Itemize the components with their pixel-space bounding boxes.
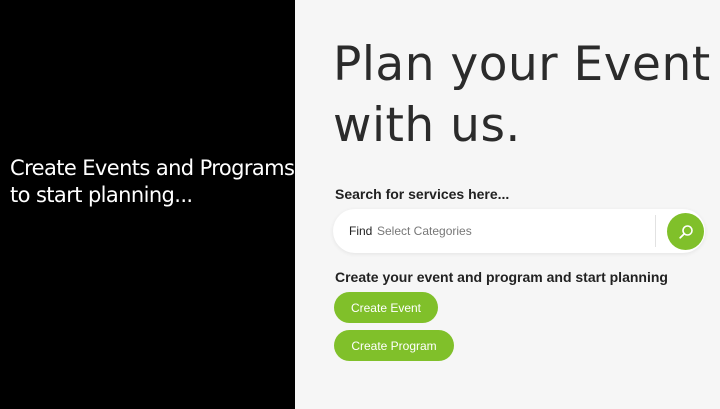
- search-bar: Find: [333, 209, 705, 253]
- left-panel-tagline: Create Events and Programs to start plan…: [10, 155, 295, 209]
- left-panel: Create Events and Programs to start plan…: [0, 0, 295, 409]
- search-divider: [655, 215, 656, 247]
- search-heading: Search for services here...: [335, 186, 510, 202]
- create-heading: Create your event and program and start …: [335, 269, 668, 285]
- tagline-line-2: to start planning...: [10, 183, 193, 207]
- search-icon: [678, 224, 693, 239]
- create-program-button[interactable]: Create Program: [334, 330, 454, 361]
- tagline-line-1: Create Events and Programs: [10, 156, 295, 180]
- find-label: Find: [349, 224, 373, 238]
- hero-title: Plan your Event with us.: [333, 34, 711, 156]
- right-panel: Plan your Event with us. Search for serv…: [295, 0, 720, 409]
- create-event-button[interactable]: Create Event: [334, 292, 438, 323]
- hero-title-line-1: Plan your Event: [333, 37, 711, 92]
- category-search-input[interactable]: [377, 220, 647, 242]
- search-button[interactable]: [667, 213, 704, 250]
- hero-title-line-2: with us.: [333, 98, 521, 153]
